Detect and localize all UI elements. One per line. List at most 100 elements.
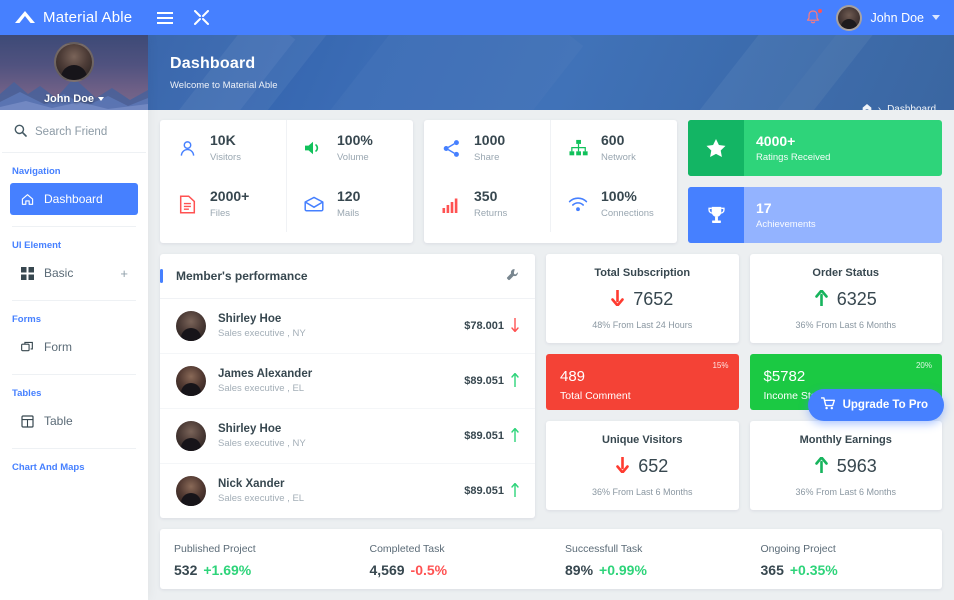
home-icon[interactable]	[862, 103, 872, 110]
upgrade-to-pro-button[interactable]: Upgrade To Pro	[807, 389, 944, 421]
member-performance-card: Member's performance Shirley Hoe Sales e…	[160, 254, 535, 518]
share-icon	[440, 137, 462, 159]
card-value: 5963	[836, 456, 877, 476]
stat-network: 600 Network	[551, 120, 677, 176]
project-stat-value: 365	[760, 562, 784, 578]
sidebar-section-navigation: Navigation	[12, 166, 61, 177]
page-header-text: Dashboard Welcome to Material Able	[148, 35, 954, 91]
mini-stats-column: 600 Network 100% Connections	[550, 120, 677, 232]
trend-up-icon	[814, 289, 828, 309]
member-row[interactable]: Nick Xander Sales executive , EL $89.051	[160, 464, 535, 518]
sidebar-item-table[interactable]: Table	[10, 405, 138, 437]
member-role: Sales executive , EL	[218, 493, 305, 504]
card-monthly-earnings: Monthly Earnings 5963 36% From Last 6 Mo…	[749, 421, 942, 510]
tiles-column: 4000+ Ratings Received 17 Achievements	[688, 120, 942, 243]
member-row[interactable]: Shirley Hoe Sales executive , NY $89.051	[160, 409, 535, 464]
stat-value: 600	[601, 132, 625, 149]
member-row[interactable]: James Alexander Sales executive , EL $89…	[160, 354, 535, 409]
member-amount: $89.051	[464, 375, 504, 387]
trend-up-icon	[814, 456, 828, 476]
network-icon	[567, 137, 589, 159]
sidebar-item-form[interactable]: Form	[10, 331, 138, 363]
stat-value: 100%	[601, 188, 637, 205]
card-title: Order Status	[812, 267, 880, 279]
avatar	[176, 366, 206, 396]
sidebar-section-ui-element: UI Element	[12, 240, 62, 251]
dashboard-app: Material Able John Doe John Doe Search F…	[0, 0, 954, 600]
card-title: Monthly Earnings	[799, 434, 892, 446]
card-total-comment[interactable]: 15% 489 Total Comment	[546, 354, 739, 410]
performance-row: Member's performance Shirley Hoe Sales e…	[160, 254, 942, 518]
project-stat-delta: -0.5%	[410, 562, 448, 578]
right-cards-grid: Total Subscription 7652 48% From Last 24…	[546, 254, 942, 518]
project-stat-label: Completed Task	[369, 543, 445, 555]
member-amount: $89.051	[464, 430, 504, 442]
grid-icon	[20, 266, 34, 280]
table-icon	[20, 414, 34, 428]
stat-connections: 100% Connections	[551, 176, 677, 232]
stat-label: Volume	[337, 151, 369, 163]
card-subtext: 36% From Last 6 Months	[795, 320, 897, 330]
sidebar-item-basic[interactable]: Basic +	[10, 257, 138, 289]
member-role: Sales executive , NY	[218, 438, 306, 449]
tile-ratings-received[interactable]: 4000+ Ratings Received	[688, 120, 942, 176]
project-stat-value: 532	[174, 562, 198, 578]
expand-collapse-icon[interactable]	[193, 9, 210, 26]
avatar	[176, 311, 206, 341]
stat-mails: 120 Mails	[287, 176, 413, 232]
bar-chart-icon	[440, 193, 462, 215]
project-stat-delta: +0.35%	[789, 562, 838, 578]
trend-up-icon	[511, 481, 519, 500]
stats-row: 10K Visitors 2000+ Files 100% Volume 120…	[160, 120, 942, 243]
search-input[interactable]	[35, 126, 135, 138]
sidebar-avatar[interactable]	[54, 42, 94, 82]
tile-achievements[interactable]: 17 Achievements	[688, 187, 942, 243]
mini-stats-column: 10K Visitors 2000+ Files	[160, 120, 286, 232]
page-title: Dashboard	[170, 55, 256, 72]
card-title: Member's performance	[176, 269, 308, 283]
project-stat-published-project: Published Project 532 +1.69%	[160, 543, 356, 578]
search-icon	[14, 124, 27, 140]
star-icon	[688, 120, 744, 176]
stat-value: 350	[474, 188, 498, 205]
card-value: 6325	[836, 289, 877, 309]
wrench-icon[interactable]	[506, 268, 519, 284]
right-cards-row-3: Unique Visitors 652 36% From Last 6 Mont…	[546, 421, 942, 510]
breadcrumb-current[interactable]: Dashboard	[887, 104, 936, 110]
stat-value: 100%	[337, 132, 373, 149]
avatar	[836, 4, 863, 31]
search-friend-row[interactable]	[2, 110, 146, 153]
page-header: Dashboard Welcome to Material Able › Das…	[148, 35, 954, 110]
sidebar-profile-name[interactable]: John Doe	[0, 93, 148, 105]
tile-label: Achievements	[756, 219, 816, 230]
member-role: Sales executive , EL	[218, 383, 305, 394]
sidebar-item-label: Form	[44, 340, 72, 354]
stat-share: 1000 Share	[424, 120, 550, 176]
expand-plus-icon[interactable]: +	[120, 267, 128, 280]
tile-value: 4000+	[756, 133, 796, 149]
notification-bell-icon[interactable]	[804, 7, 824, 27]
stat-value: 10K	[210, 132, 236, 149]
member-row[interactable]: Shirley Hoe Sales executive , NY $78.001	[160, 299, 535, 354]
sidebar-profile-banner: John Doe	[0, 35, 148, 110]
card-subtext: 36% From Last 6 Months	[591, 487, 693, 497]
user-menu[interactable]: John Doe	[836, 4, 940, 31]
sidebar-item-label: Dashboard	[44, 192, 103, 206]
sidebar-item-dashboard[interactable]: Dashboard	[10, 183, 138, 215]
app-logo-icon	[14, 9, 36, 27]
brand[interactable]: Material Able	[0, 9, 132, 27]
stat-files: 2000+ Files	[160, 176, 286, 232]
sidebar-profile-name-text: John Doe	[43, 93, 95, 105]
stat-label: Returns	[474, 207, 508, 219]
stat-volume: 100% Volume	[287, 120, 413, 176]
card-unique-visitors: Unique Visitors 652 36% From Last 6 Mont…	[546, 421, 739, 510]
upgrade-to-pro-label: Upgrade To Pro	[842, 399, 928, 411]
hamburger-icon[interactable]	[156, 9, 173, 26]
tile-value: 17	[756, 200, 772, 216]
stat-visitors: 10K Visitors	[160, 120, 286, 176]
topbar-icon-group	[156, 9, 210, 26]
mini-stats-card-1: 10K Visitors 2000+ Files 100% Volume 120…	[160, 120, 413, 243]
breadcrumb: › Dashboard	[862, 103, 936, 110]
right-cards-row-1: Total Subscription 7652 48% From Last 24…	[546, 254, 942, 343]
project-stat-label: Published Project	[174, 543, 256, 555]
